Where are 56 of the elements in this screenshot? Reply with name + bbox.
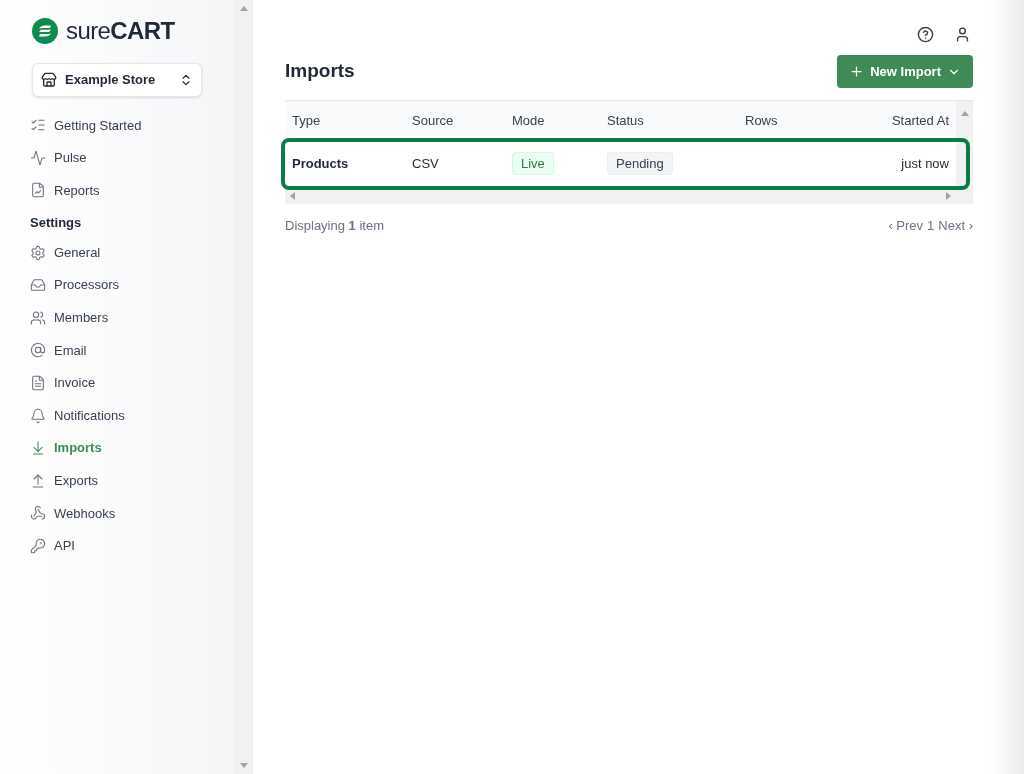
scroll-left-icon[interactable] <box>288 190 298 201</box>
pulse-icon <box>30 149 46 166</box>
scroll-down-icon[interactable] <box>238 760 249 770</box>
sidebar-item[interactable]: Pulse <box>30 141 202 175</box>
help-icon[interactable] <box>917 26 934 43</box>
inbox-icon <box>30 277 46 294</box>
table-cell-text: Products <box>292 155 350 174</box>
page-number: 1 <box>927 217 935 235</box>
logo-icon <box>32 18 58 44</box>
sidebar-item[interactable]: Getting Started <box>30 109 202 142</box>
store-icon <box>41 72 57 88</box>
at-sign-icon <box>30 342 46 359</box>
chart-file-icon <box>30 182 46 199</box>
scrollbar[interactable] <box>234 0 253 774</box>
prev-link[interactable]: ‹ Prev <box>888 216 924 236</box>
new-import-button[interactable]: New Import <box>837 55 973 88</box>
section-title: Settings <box>30 213 83 232</box>
sidebar-item[interactable]: Processors <box>30 268 202 302</box>
sidebar-item[interactable]: Notifications <box>30 399 202 432</box>
download-icon <box>30 440 46 457</box>
sidebar-item[interactable]: General <box>30 236 202 269</box>
sidebar-item[interactable]: API <box>30 529 202 563</box>
column-header: Started At <box>890 112 949 131</box>
sidebar-item[interactable]: Members <box>30 301 202 335</box>
scroll-up-icon[interactable] <box>238 4 249 14</box>
item-count: Displaying 1 item <box>285 217 384 235</box>
upload-icon <box>30 472 46 489</box>
scroll-up-icon[interactable] <box>959 109 970 119</box>
column-header: Source <box>412 112 455 131</box>
sidebar-item[interactable]: Webhooks <box>30 497 202 530</box>
sidebar-item[interactable]: Email <box>30 334 202 367</box>
user-icon[interactable] <box>954 26 971 43</box>
sidebar-item[interactable]: Reports <box>30 174 202 207</box>
table-cell-text: just now <box>900 155 949 174</box>
sidebar-item[interactable]: Invoice <box>30 366 202 400</box>
sidebar-item[interactable]: Exports <box>30 464 202 498</box>
page-title: Imports <box>285 59 355 84</box>
table-cell-text: CSV <box>412 155 440 174</box>
mode-badge: Live <box>512 152 554 176</box>
bell-icon <box>30 407 46 424</box>
scroll-right-icon[interactable] <box>943 190 953 201</box>
users-icon <box>30 309 46 326</box>
settings-icon <box>30 244 46 261</box>
store-switcher[interactable]: Example Store <box>32 63 202 97</box>
brand-name: sureCART <box>66 19 175 43</box>
next-link[interactable]: Next › <box>938 216 973 236</box>
document-icon <box>30 374 46 391</box>
key-icon <box>30 537 46 554</box>
webhook-icon <box>30 505 46 522</box>
column-header: Mode <box>512 112 546 131</box>
sidebar-item[interactable]: Imports <box>30 431 202 465</box>
plus-icon <box>849 64 865 79</box>
column-header: Status <box>607 112 645 131</box>
column-header: Rows <box>745 112 779 131</box>
status-badge: Pending <box>607 152 673 176</box>
column-header: Type <box>292 112 322 131</box>
